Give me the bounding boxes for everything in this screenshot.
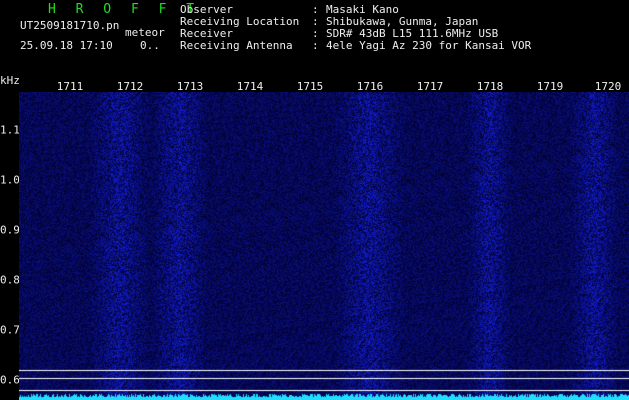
y-tick-label: 1.1 xyxy=(0,123,20,137)
axis-unit-label: kHz xyxy=(0,74,20,87)
y-tick-label: 0.9 xyxy=(0,223,20,237)
station-info: Observer : Masaki Kano Receiving Locatio… xyxy=(180,4,531,52)
meta-sep: : xyxy=(312,39,319,52)
meta-key: Receiving Antenna xyxy=(180,39,293,52)
timestamp: 25.09.18 17:10 xyxy=(20,39,113,52)
hrofft-title: H R O F F T xyxy=(48,2,201,17)
meta-value: 4ele Yagi Az 230 for Kansai VOR xyxy=(326,39,532,52)
y-tick-label: 0.7 xyxy=(0,323,20,337)
y-tick-label: 1.0 xyxy=(0,173,20,187)
file-name: UT2509181710.pn xyxy=(20,19,120,32)
detection-category: meteor xyxy=(125,26,165,39)
y-tick-label: 0.8 xyxy=(0,273,20,287)
antenna-row: Receiving Antenna : 4ele Yagi Az 230 for… xyxy=(180,40,531,52)
detection-count: 0.. xyxy=(140,39,160,52)
y-tick-label: 0.6 xyxy=(0,373,20,387)
spectrogram-waterfall xyxy=(19,92,629,400)
